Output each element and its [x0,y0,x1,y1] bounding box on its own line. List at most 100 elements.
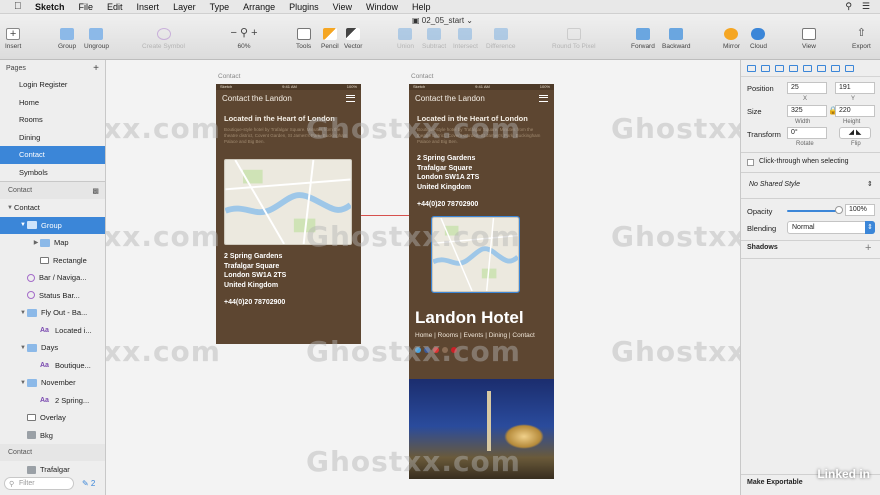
zoom-control[interactable]: − ⚲ +60% [226,28,262,51]
page-item-dining[interactable]: Dining [0,129,105,147]
align-bottom-icon[interactable] [817,64,826,72]
page-item-login-register[interactable]: Login Register [0,76,105,94]
x-field[interactable]: 25 [787,82,827,94]
layer-row[interactable]: Bkg [0,427,105,445]
artboard-label-right[interactable]: Contact [411,73,433,80]
document-title: ▣ 02_05_start ⌄ [412,16,473,25]
export-button[interactable]: ⇧ Export [852,28,871,51]
intersect-button[interactable]: Intersect [453,28,478,50]
view-button[interactable]: View [802,28,816,50]
opacity-slider[interactable] [787,210,839,212]
add-page-icon[interactable]: + [93,63,99,74]
menu-view[interactable]: View [326,2,359,12]
flip-buttons[interactable]: ◢ ◣ [839,127,871,139]
collapse-icon[interactable]: ▩ [92,187,99,195]
add-shadow-icon[interactable]: + [865,242,871,254]
size-label: Size [747,107,762,116]
insert-button[interactable]: + Insert [5,28,21,50]
page-item-home[interactable]: Home [0,94,105,112]
create-symbol-button[interactable]: Create Symbol [142,28,185,50]
make-exportable[interactable]: Make Exportable [747,479,803,486]
layer-row[interactable]: Trafalgar [0,461,105,479]
disclosure-triangle-icon[interactable]: ▶ [32,239,40,246]
tools-button[interactable]: Tools [296,28,311,50]
distribute-v-icon[interactable] [845,64,854,72]
artboard-contact-right[interactable]: Sketch 9:41 AM 100% Contact the Landon Loc… [409,84,554,479]
layer-row[interactable]: ▼ Contact [0,199,105,217]
layer-row[interactable]: ▶ Map [0,234,105,252]
page-item-symbols[interactable]: Symbols [0,164,105,182]
group-button[interactable]: Group [58,28,76,50]
text-layer-icon: Aa [40,361,49,369]
width-field[interactable]: 325 [787,105,827,117]
align-right-icon[interactable] [775,64,784,72]
menu-layer[interactable]: Layer [166,2,203,12]
backward-button[interactable]: Backward [662,28,691,50]
height-field[interactable]: 220 [835,105,875,117]
align-left-icon[interactable] [747,64,756,72]
distribute-h-icon[interactable] [831,64,840,72]
menu-insert[interactable]: Insert [130,2,167,12]
disclosure-triangle-icon[interactable]: ▼ [19,345,27,351]
disclosure-triangle-icon[interactable]: ▼ [19,222,27,228]
menu-app[interactable]: Sketch [28,2,72,12]
menu-plugins[interactable]: Plugins [282,2,326,12]
artboard-contact-left[interactable]: Sketch 9:41 AM 100% Contact the Landon Loc… [216,84,361,344]
layer-row[interactable]: Overlay [0,409,105,427]
menu-edit[interactable]: Edit [100,2,130,12]
disclosure-triangle-icon[interactable]: ▼ [19,380,27,386]
mirror-button[interactable]: Mirror [723,28,740,50]
address-line: London SW1A 2TS [224,272,287,279]
menu-type[interactable]: Type [203,2,237,12]
clickthrough-checkbox[interactable] [747,159,754,166]
subtract-button[interactable]: Subtract [422,28,446,50]
rotate-field[interactable]: 0° [787,127,827,139]
nav-bar: Contact the Landon [409,90,554,106]
layers-group-header: Contact ▩ [0,182,105,199]
map-image[interactable] [224,159,352,245]
align-top-icon[interactable] [789,64,798,72]
opacity-field[interactable]: 100% [845,204,875,216]
cloud-button[interactable]: Cloud [750,28,767,50]
vector-button[interactable]: Vector [344,28,362,50]
menu-help[interactable]: Help [405,2,438,12]
canvas[interactable]: Contact Sketch 9:41 AM 100% Contact the La… [106,60,740,495]
layer-row[interactable]: ▼ Group [0,216,105,234]
menu-arrange[interactable]: Arrange [236,2,282,12]
filter-input[interactable]: Filter [4,477,74,490]
round-to-pixel-button[interactable]: Round To Pixel [552,28,596,50]
opacity-slider-knob[interactable] [835,206,843,214]
union-button[interactable]: Union [397,28,414,50]
align-center-icon[interactable] [761,64,770,72]
apple-icon[interactable]:  [14,1,28,12]
search-icon[interactable]: ⚲ [845,1,852,12]
layer-row[interactable]: ▼ Days [0,339,105,357]
layer-row[interactable]: Aa Boutique... [0,357,105,375]
align-middle-icon[interactable] [803,64,812,72]
y-field[interactable]: 191 [835,82,875,94]
list-icon[interactable]: ☰ [862,1,870,12]
layer-row[interactable]: Aa Located i... [0,322,105,340]
disclosure-triangle-icon[interactable]: ▼ [19,310,27,316]
menu-window[interactable]: Window [359,2,405,12]
menu-file[interactable]: File [72,2,101,12]
layer-row[interactable]: Status Bar... [0,287,105,305]
layer-row[interactable]: Aa 2 Spring... [0,392,105,410]
map-image-selected[interactable] [431,216,520,293]
layer-row[interactable]: Bar / Naviga... [0,269,105,287]
pencil-button[interactable]: Pencil [321,28,339,50]
page-item-contact[interactable]: Contact [0,146,105,164]
shared-style-select[interactable]: No Shared Style [745,179,875,192]
layer-row[interactable]: Rectangle [0,252,105,270]
difference-button[interactable]: Difference [486,28,516,50]
disclosure-triangle-icon[interactable]: ▼ [6,205,14,211]
ungroup-button[interactable]: Ungroup [84,28,109,50]
artboard-label-left[interactable]: Contact [218,73,240,80]
filter-options-icon[interactable]: ✎ 2 [82,479,95,488]
page-item-rooms[interactable]: Rooms [0,111,105,129]
forward-button[interactable]: Forward [631,28,655,50]
blending-select[interactable]: Normal [787,221,875,234]
layer-row[interactable]: ▼ Fly Out - Ba... [0,304,105,322]
layer-row[interactable]: ▼ November [0,374,105,392]
position-label: Position [747,84,774,93]
